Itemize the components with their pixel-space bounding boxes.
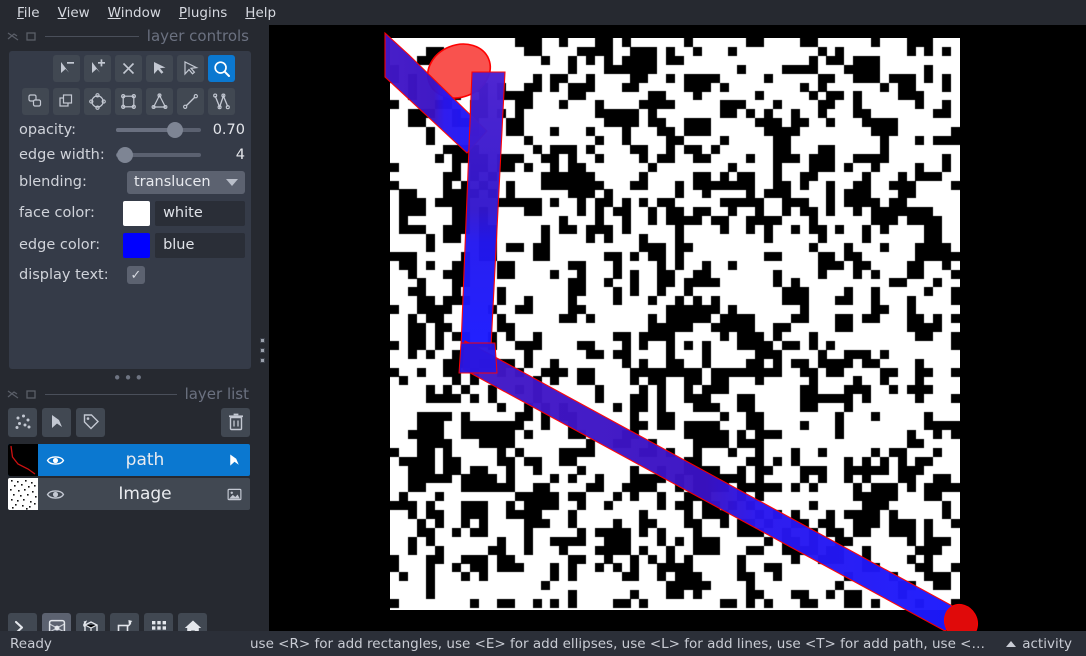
chevron-down-icon (226, 178, 238, 186)
tool-row-1 (22, 55, 246, 85)
menu-help[interactable]: Help (236, 3, 285, 23)
caret-up-icon (1006, 640, 1017, 647)
move-to-back-tool-icon[interactable] (22, 88, 49, 115)
edge-width-row: edge width: 4 (19, 142, 245, 168)
close-dock-icon[interactable] (25, 30, 38, 43)
new-points-layer-button[interactable] (8, 407, 37, 437)
pan-zoom-tool-icon[interactable] (208, 55, 235, 82)
divider (45, 35, 139, 37)
layer-row-path[interactable]: path (8, 444, 250, 476)
face-color-value[interactable]: white (155, 200, 245, 226)
layer-controls-title: layer controls (146, 27, 249, 45)
face-color-swatch[interactable] (123, 200, 151, 226)
layer-visibility-toggle-path[interactable] (38, 451, 72, 470)
close-dock-icon[interactable] (25, 388, 38, 401)
menu-view[interactable]: View (49, 3, 99, 23)
display-text-label: display text: (19, 267, 109, 283)
statusbar: Ready use <R> for add rectangles, use <E… (0, 631, 1086, 656)
float-icon[interactable] (7, 388, 20, 401)
display-text-row: display text: ✓ (19, 262, 245, 288)
blending-dropdown[interactable]: translucen (127, 170, 245, 194)
layer-list-title: layer list (184, 385, 249, 403)
layer-type-icon-image (218, 486, 250, 503)
menu-plugins[interactable]: Plugins (170, 3, 236, 23)
edge-color-label: edge color: (19, 237, 101, 253)
layer-buttons-toolbar (8, 406, 250, 438)
viewer-canvas[interactable] (269, 25, 1086, 631)
move-to-front-tool-icon[interactable] (53, 88, 80, 115)
layer-name-image[interactable]: Image (72, 484, 218, 504)
layer-name-path[interactable]: path (72, 450, 218, 470)
status-message: Ready (10, 635, 52, 652)
shapes-layer-overlay (384, 31, 984, 631)
layer-controls-title-row: layer controls (0, 25, 258, 47)
opacity-row: opacity: 0.70 (19, 117, 245, 143)
blending-label: blending: (19, 174, 87, 190)
delete-shape-tool-icon[interactable] (115, 55, 142, 82)
menu-window[interactable]: Window (99, 3, 170, 23)
opacity-slider[interactable] (116, 122, 201, 138)
add-path-tool-icon[interactable] (208, 88, 235, 115)
splitter-handle-dots (260, 338, 265, 363)
activity-button[interactable]: activity (1006, 636, 1072, 652)
face-color-label: face color: (19, 205, 95, 221)
shapes-tool-grid (22, 55, 246, 121)
direct-select-tool-icon[interactable] (177, 55, 204, 82)
layer-thumbnail-image (8, 478, 38, 510)
new-shapes-layer-button[interactable] (42, 407, 71, 437)
blending-value: translucen (134, 174, 211, 190)
delete-layer-button[interactable] (221, 407, 250, 437)
tool-spacer (22, 55, 49, 82)
left-dock: layer controls opacity: 0.70 edge width:… (0, 25, 258, 642)
layer-thumbnail-path (8, 444, 38, 476)
display-text-checkbox[interactable]: ✓ (127, 266, 145, 284)
float-icon[interactable] (7, 30, 20, 43)
new-labels-layer-button[interactable] (76, 407, 105, 437)
opacity-value: 0.70 (212, 122, 245, 138)
face-color-row: face color: white (19, 200, 245, 226)
layer-list-title-row: layer list (0, 383, 258, 405)
select-shapes-tool-icon[interactable] (146, 55, 173, 82)
edge-width-slider[interactable] (116, 147, 201, 163)
blending-row: blending: translucen (19, 169, 245, 195)
napari-viewer-window: File View Window Plugins Help layer cont… (0, 0, 1086, 656)
status-help-text: use <R> for add rectangles, use <E> for … (250, 635, 985, 652)
layer-controls-panel: opacity: 0.70 edge width: 4 blending: tr… (9, 51, 251, 369)
dock-splitter[interactable] (258, 25, 269, 631)
vertex-remove-tool-icon[interactable] (53, 55, 80, 82)
layer-list: path Image (8, 444, 250, 512)
path-shape[interactable] (384, 31, 984, 631)
layer-type-icon-shapes (218, 452, 250, 469)
edge-color-row: edge color: blue (19, 232, 245, 258)
menu-file[interactable]: File (8, 3, 49, 23)
edge-width-value: 4 (235, 147, 245, 163)
vertex-insert-tool-icon[interactable] (84, 55, 111, 82)
opacity-label: opacity: (19, 122, 77, 138)
add-polygon-tool-icon[interactable] (146, 88, 173, 115)
menubar: File View Window Plugins Help (0, 0, 1086, 25)
add-line-tool-icon[interactable] (177, 88, 204, 115)
tool-row-2 (22, 88, 246, 118)
layer-row-image[interactable]: Image (8, 478, 250, 510)
edge-width-label: edge width: (19, 147, 105, 163)
divider (45, 393, 177, 395)
layer-visibility-toggle-image[interactable] (38, 485, 72, 504)
activity-label: activity (1022, 635, 1072, 652)
edge-color-swatch[interactable] (123, 232, 151, 258)
add-ellipse-tool-icon[interactable] (84, 88, 111, 115)
add-rectangle-tool-icon[interactable] (115, 88, 142, 115)
edge-color-value[interactable]: blue (155, 232, 245, 258)
